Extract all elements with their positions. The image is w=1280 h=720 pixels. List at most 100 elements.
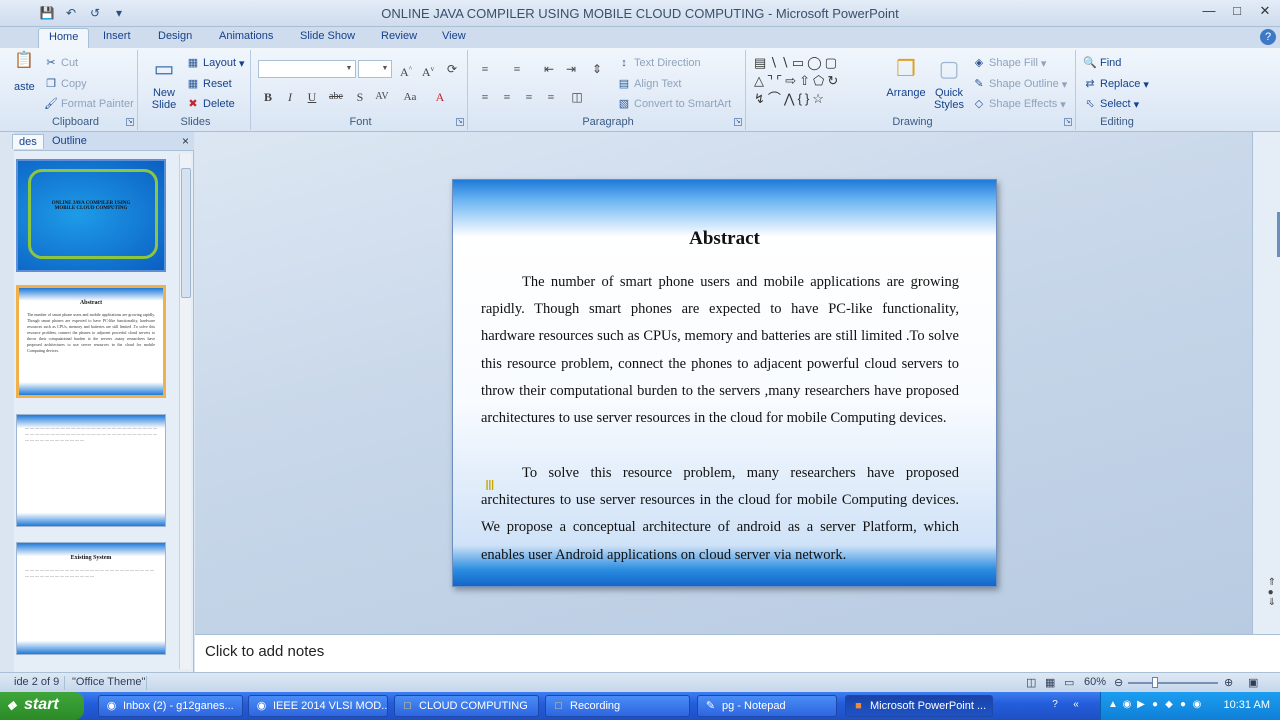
tab-review[interactable]: Review (381, 30, 417, 42)
cycle-shape-icon[interactable]: ↻ (827, 73, 841, 88)
select-button[interactable]: ⬁ Select ▾ (1083, 97, 1139, 111)
brace-shape-icon[interactable]: { (798, 91, 805, 106)
rectangle-shape-icon[interactable]: ▭ (792, 55, 807, 70)
shape-effects-button[interactable]: ◇ Shape Effects ▾ (972, 97, 1066, 111)
volume-icon[interactable]: ▶ (1135, 699, 1147, 711)
zoom-out-icon[interactable]: ⊖ (1114, 676, 1123, 689)
cut-button[interactable]: ✂ Cut (44, 56, 78, 70)
app-tray-icon[interactable]: ● (1177, 699, 1189, 711)
italic-icon[interactable]: I (280, 88, 300, 106)
tab-animations[interactable]: Animations (219, 30, 273, 42)
help-icon[interactable]: ? (1048, 699, 1062, 711)
replace-button[interactable]: ⇄ Replace ▾ (1083, 77, 1149, 91)
close-icon[interactable]: × (182, 134, 189, 148)
tab-slides[interactable]: des (12, 134, 44, 149)
font-family-select[interactable]: ▼ (258, 60, 356, 78)
start-button[interactable]: ❖ start (0, 692, 84, 720)
task-recording[interactable]: □ Recording (545, 695, 690, 717)
shapes-gallery[interactable]: ▤∖∖▭◯▢ △⌝⌜⇨⇧⬠↻ ↯⌒⋀{}☆ (754, 54, 876, 110)
line-spacing-icon[interactable]: ⇕ (587, 60, 607, 78)
shape-outline-button[interactable]: ✎ Shape Outline ▾ (972, 77, 1067, 91)
convert-smartart-button[interactable]: ▧ Convert to SmartArt (617, 97, 731, 111)
new-slide-button[interactable]: ▭ New Slide (145, 54, 183, 111)
font-size-select[interactable]: ▼ (358, 60, 392, 78)
curve-shape-icon[interactable]: ⌒ (768, 91, 784, 106)
reset-button[interactable]: ▦ Reset (186, 77, 232, 91)
change-case-icon[interactable]: Aa (400, 88, 420, 106)
notes-placeholder[interactable]: Click to add notes (205, 643, 324, 660)
freeform-shape-icon[interactable]: ⋀ (784, 91, 798, 106)
shape-fill-button[interactable]: ◈ Shape Fill ▾ (972, 56, 1047, 70)
textbox-shape-icon[interactable]: ▤ (754, 55, 769, 70)
task-notepad[interactable]: ✎ pg - Notepad (697, 695, 837, 717)
paragraph-launcher-icon[interactable]: ↘ (734, 118, 742, 126)
tab-slide-show[interactable]: Slide Show (300, 30, 355, 42)
slide-thumbnail-1[interactable]: ONLINE JAVA COMPILER USING MOBILE CLOUD … (16, 159, 166, 272)
decrease-indent-icon[interactable]: ⇤ (539, 60, 559, 78)
layout-button[interactable]: ▦ Layout ▾ (186, 56, 245, 70)
zoom-in-icon[interactable]: ⊕ (1224, 676, 1233, 689)
minimize-icon[interactable]: — (1200, 3, 1218, 21)
oval-shape-icon[interactable]: ◯ (807, 55, 825, 70)
clipboard-launcher-icon[interactable]: ↘ (126, 118, 134, 126)
normal-view-icon[interactable]: ◫ (1026, 676, 1036, 689)
tab-outline[interactable]: Outline (46, 134, 93, 148)
curve-shape-icon[interactable]: ↯ (754, 91, 768, 106)
format-painter-button[interactable]: 🖌 Format Painter (44, 97, 134, 111)
slide-nav-icons[interactable]: ⇑ ● ⇓ (1268, 578, 1276, 608)
shadow-icon[interactable]: S (350, 88, 370, 106)
slide-thumbnail-2[interactable]: Abstract The number of smart phone users… (16, 285, 166, 398)
text-direction-button[interactable]: ↕ Text Direction (617, 56, 700, 70)
shield-icon[interactable]: ◆ (1163, 699, 1175, 711)
zoom-slider[interactable] (1128, 682, 1218, 684)
vertical-scrollbar[interactable]: ⇑ ● ⇓ (1252, 132, 1280, 634)
slide-thumbnail-4[interactable]: Existing System — — — — — — — — — — — — … (16, 542, 166, 655)
zoom-level[interactable]: 60% (1084, 676, 1106, 688)
slide-title[interactable]: Abstract (453, 228, 996, 250)
task-powerpoint[interactable]: ■ Microsoft PowerPoint ... (845, 695, 993, 717)
tab-home[interactable]: Home (38, 28, 90, 49)
grow-font-icon[interactable]: A^ (396, 60, 416, 79)
find-button[interactable]: 🔍 Find (1083, 56, 1121, 70)
bullets-icon[interactable]: ≡ (475, 60, 495, 78)
columns-icon[interactable]: ◫ (567, 88, 587, 106)
zoom-slider-knob[interactable] (1152, 677, 1158, 688)
task-ieee[interactable]: ◉ IEEE 2014 VLSI MOD... (248, 695, 388, 717)
font-color-icon[interactable]: A (430, 88, 450, 106)
antivirus-icon[interactable]: ◉ (1191, 699, 1203, 711)
elbow-connector-icon[interactable]: ⌜ (776, 73, 785, 88)
task-cloud-computing[interactable]: □ CLOUD COMPUTING (394, 695, 539, 717)
tab-insert[interactable]: Insert (103, 30, 131, 42)
panel-scrollbar[interactable] (179, 154, 191, 669)
align-text-button[interactable]: ▤ Align Text (617, 77, 682, 91)
copy-button[interactable]: ❐ Copy (44, 77, 87, 91)
arrow-shape-icon[interactable]: ⇧ (799, 73, 813, 88)
star-shape-icon[interactable]: ☆ (812, 91, 827, 106)
line-shape-icon[interactable]: ∖ (781, 55, 792, 70)
network-icon[interactable]: ◉ (1121, 699, 1133, 711)
help-icon[interactable]: ? (1260, 29, 1276, 45)
current-slide[interactable]: Abstract The number of smart phone users… (452, 179, 997, 587)
panel-scroll-thumb[interactable] (181, 168, 191, 298)
delete-button[interactable]: ✖ Delete (186, 97, 234, 111)
triangle-shape-icon[interactable]: △ (754, 73, 767, 88)
slide-paragraph-1[interactable]: The number of smart phone users and mobi… (481, 269, 959, 432)
clear-formatting-icon[interactable]: ⟳ (442, 60, 462, 78)
slide-thumbnail-3[interactable]: — — — — — — — — — — — — — — — — — — — — … (16, 414, 166, 527)
notification-icon[interactable]: ▲ (1107, 699, 1119, 711)
shrink-font-icon[interactable]: Av (418, 60, 438, 79)
app-tray-icon[interactable]: ● (1149, 699, 1161, 711)
task-inbox[interactable]: ◉ Inbox (2) - g12ganes... (98, 695, 243, 717)
rounded-rect-shape-icon[interactable]: ▢ (825, 55, 840, 70)
numbering-icon[interactable]: ≡ (507, 60, 527, 78)
underline-icon[interactable]: U (302, 88, 322, 106)
align-center-icon[interactable]: ≡ (497, 88, 517, 106)
slide-sorter-icon[interactable]: ▦ (1045, 676, 1055, 689)
notes-pane[interactable]: Click to add notes (195, 634, 1280, 672)
maximize-icon[interactable]: □ (1228, 3, 1246, 21)
pentagon-shape-icon[interactable]: ⬠ (813, 73, 827, 88)
quick-styles-button[interactable]: ▢ Quick Styles (928, 54, 970, 111)
line-shape-icon[interactable]: ∖ (769, 55, 780, 70)
align-right-icon[interactable]: ≡ (519, 88, 539, 106)
drawing-launcher-icon[interactable]: ↘ (1064, 118, 1072, 126)
